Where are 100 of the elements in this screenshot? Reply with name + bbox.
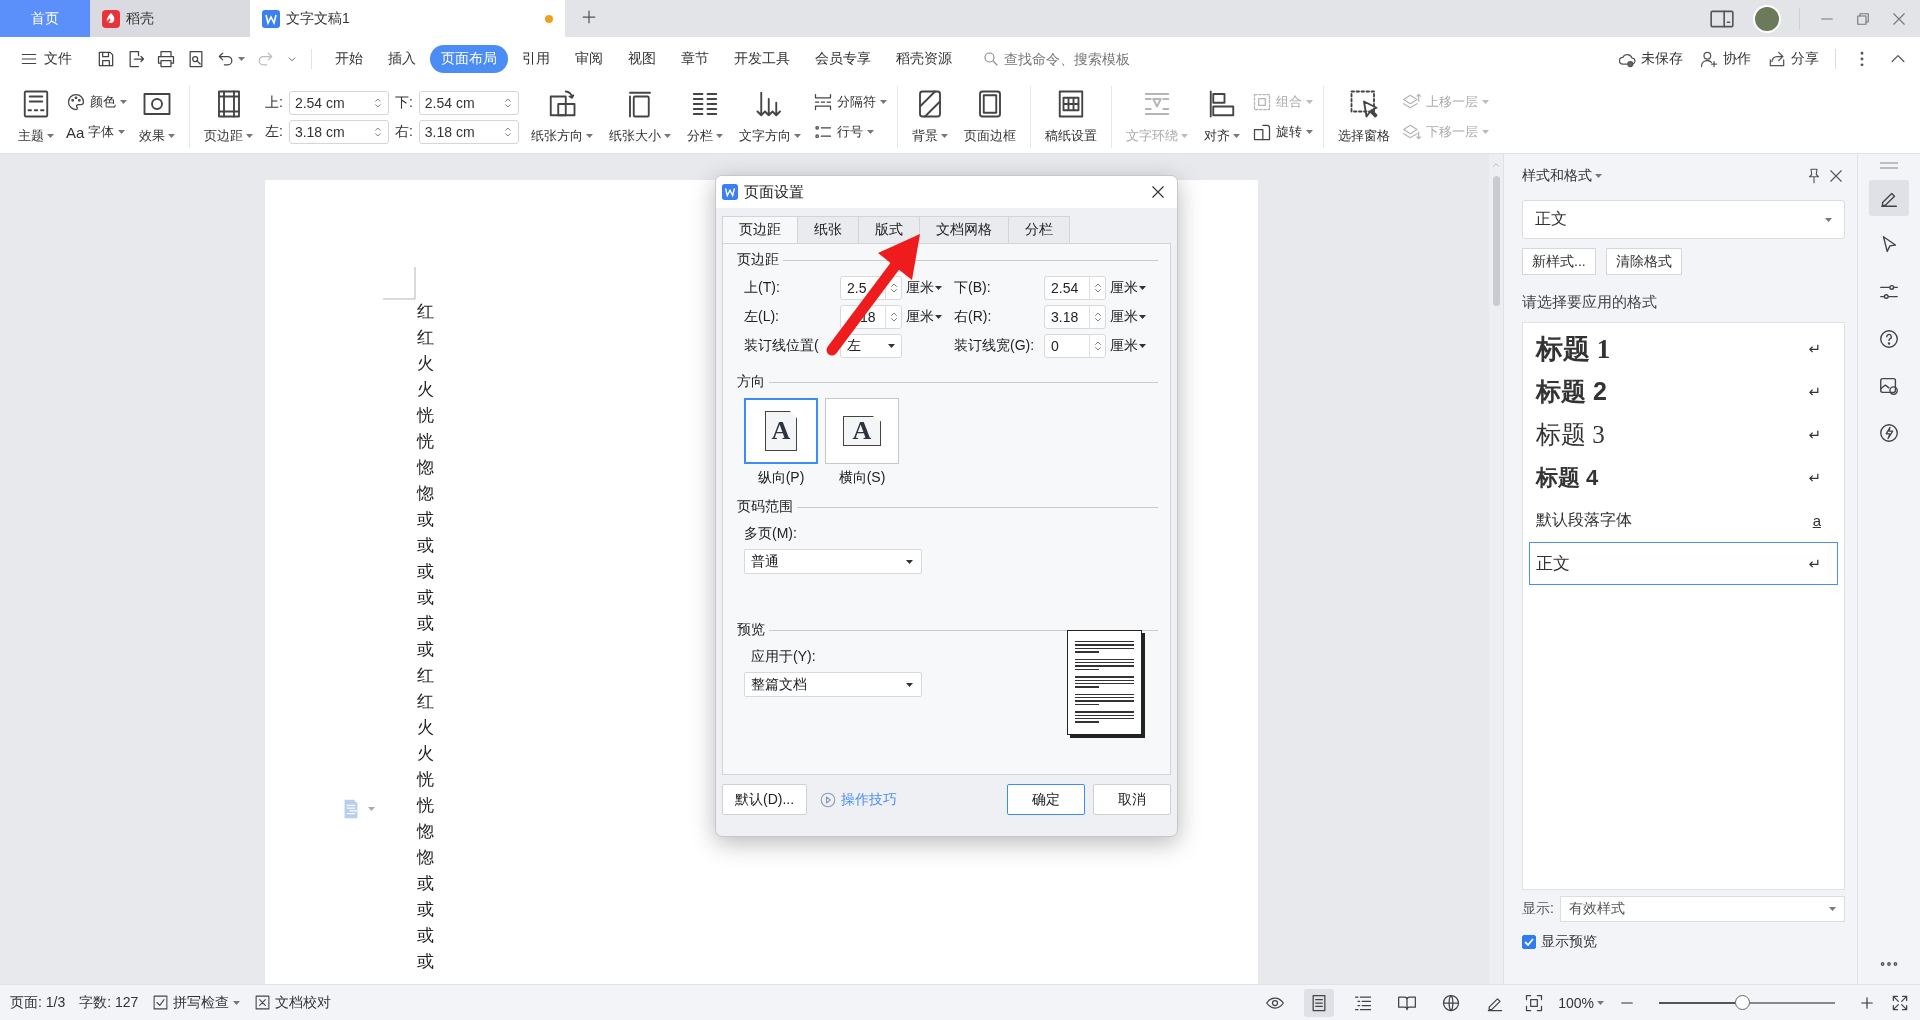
checkbox-label: 显示预览 [1541,933,1597,952]
margin-field[interactable]: 3.18 cm [288,119,389,144]
ribbon-button[interactable]: 页面边框 [959,87,1020,148]
menu-tab[interactable]: 开始 [324,45,374,74]
dialog-tab[interactable]: 文档网格 [919,216,1009,243]
toolbar-action-button[interactable]: 未保存 [1617,49,1683,70]
style-item[interactable]: 标题 3 ↵ [1529,413,1838,457]
style-item[interactable]: 标题 4 ↵ [1529,456,1838,500]
dropdown-field[interactable]: 整篇文档 [744,672,922,697]
sidebar-button[interactable] [1869,180,1909,217]
style-item[interactable]: 标题 2 ↵ [1529,370,1838,414]
menu-tab[interactable]: 审阅 [564,45,614,74]
scrollbar-thumb[interactable] [1492,176,1500,307]
show-dropdown[interactable]: 有效样式 [1559,896,1845,923]
ribbon-button[interactable]: 分栏 [682,87,727,148]
option-label: 纵向(P) [757,469,805,487]
field-label: 上(T): [744,279,781,297]
dialog-tab[interactable]: 页边距 [722,216,798,244]
style-dropdown[interactable]: 正文 [1522,200,1845,240]
tab[interactable]: 文字文稿1 [250,0,565,37]
style-item[interactable]: 标题 1 ↵ [1529,327,1838,371]
dialog-tab[interactable]: 版式 [858,216,920,243]
spin-field[interactable]: 3.18 [1044,305,1106,329]
toolbar-action-button[interactable]: 协作 [1699,49,1751,70]
ribbon-button[interactable]: 页边距 [200,87,257,148]
text-line: 火 [416,717,434,740]
slider-thumb[interactable] [1734,995,1750,1011]
text-line: 或 [416,925,434,948]
zoom-dropdown[interactable]: 100% [1558,994,1604,1011]
dropdown-field[interactable]: 普通 [744,549,922,574]
flame-logo-icon [102,9,120,28]
unit-dropdown[interactable]: 厘米 [1106,337,1158,355]
toolbar-action-button[interactable]: 分享 [1767,49,1819,70]
margin-field[interactable]: 3.18 cm [418,119,519,144]
document-logo-icon [722,184,738,200]
ribbon-button[interactable]: 选择窗格 [1333,87,1394,148]
menu-tab[interactable]: 引用 [511,45,561,74]
fit-icon[interactable] [1524,992,1545,1013]
margin-field[interactable]: 2.54 cm [288,90,389,115]
close-icon[interactable] [1149,183,1167,201]
default-button[interactable]: 默认(D)... [722,784,808,815]
margin-corner-mark [383,267,417,302]
dropdown-field[interactable]: 左 [840,334,902,358]
status-tool-button[interactable]: 拼写检查 [152,993,241,1012]
dialog-tab[interactable]: 纸张 [797,216,859,243]
section-heading: 页码范围 [737,498,793,516]
ribbon-button[interactable]: 效果 [135,87,179,148]
panel-button[interactable]: 清除格式 [1605,248,1682,276]
view-button[interactable] [1304,988,1335,1017]
print-icon[interactable] [156,49,176,70]
ribbon-button[interactable]: 纸张大小 [604,87,675,148]
menu-tab[interactable]: 稻壳资源 [885,45,963,74]
caret-icon [1139,315,1146,319]
ribbon-button[interactable]: 背景 [907,87,952,148]
avatar[interactable] [1753,4,1781,33]
ribbon-button[interactable]: 旋转 [1251,120,1313,145]
unit-dropdown[interactable]: 厘米 [902,279,954,297]
ok-button[interactable]: 确定 [1007,784,1085,815]
section-heading: 页边距 [737,251,779,269]
ribbon-button[interactable]: Aa 字体 [66,120,127,145]
text-line: 或 [416,561,434,584]
ribbon-button[interactable]: 纸张方向 [526,87,597,148]
palette-icon [66,92,86,113]
menu-tab[interactable]: 开发工具 [723,45,801,74]
margin-field[interactable]: 2.54 cm [418,90,519,115]
orientation-option[interactable]: A [744,398,818,464]
menu-tab[interactable]: 插入 [377,45,427,74]
ribbon-button[interactable]: 稿纸设置 [1040,87,1101,148]
unit-dropdown[interactable]: 厘米 [1106,279,1158,297]
panel-title-dropdown[interactable]: 样式和格式 [1522,167,1602,186]
ribbon-button[interactable]: 颜色 [66,90,127,115]
checkbox[interactable] [1522,935,1536,950]
tab[interactable]: 稻壳 [90,0,250,37]
menu-tab[interactable]: 章节 [670,45,720,74]
group-icon [1251,92,1272,113]
style-item[interactable]: 默认段落字体 a [1529,499,1838,543]
scrollbar[interactable] [1489,154,1503,985]
cancel-button[interactable]: 取消 [1093,784,1171,815]
file-menu-button[interactable]: 文件 [14,46,78,73]
dialog-tab[interactable]: 分栏 [1008,216,1070,243]
menu-tab[interactable]: 视图 [617,45,667,74]
panel-button[interactable]: 新样式... [1522,248,1596,276]
orientation-option[interactable]: A [825,398,899,464]
style-item[interactable]: 正文 ↵ [1529,542,1838,586]
spin-field[interactable]: 0 [1044,334,1106,358]
text-line: 红 [416,665,434,688]
status-tool-button[interactable]: 文档校对 [254,993,332,1012]
unit-dropdown[interactable]: 厘米 [1106,308,1158,326]
menu-tab[interactable]: 会员专享 [804,45,882,74]
unit-dropdown[interactable]: 厘米 [902,308,954,326]
ribbon-button[interactable]: 分隔符 [812,90,887,115]
spin-field[interactable]: 2.54 [1044,276,1106,300]
ribbon-button[interactable]: 文字方向 [734,87,805,148]
ribbon-button[interactable]: 主题 [14,87,58,148]
field-label: 左: [265,122,283,141]
field-label: 上: [265,93,283,112]
ribbon-button[interactable]: 对齐 [1199,87,1244,148]
field-label: 左(L): [744,308,780,326]
ribbon-button[interactable]: 行号 [812,120,887,145]
text-line: 恍 [416,405,434,428]
